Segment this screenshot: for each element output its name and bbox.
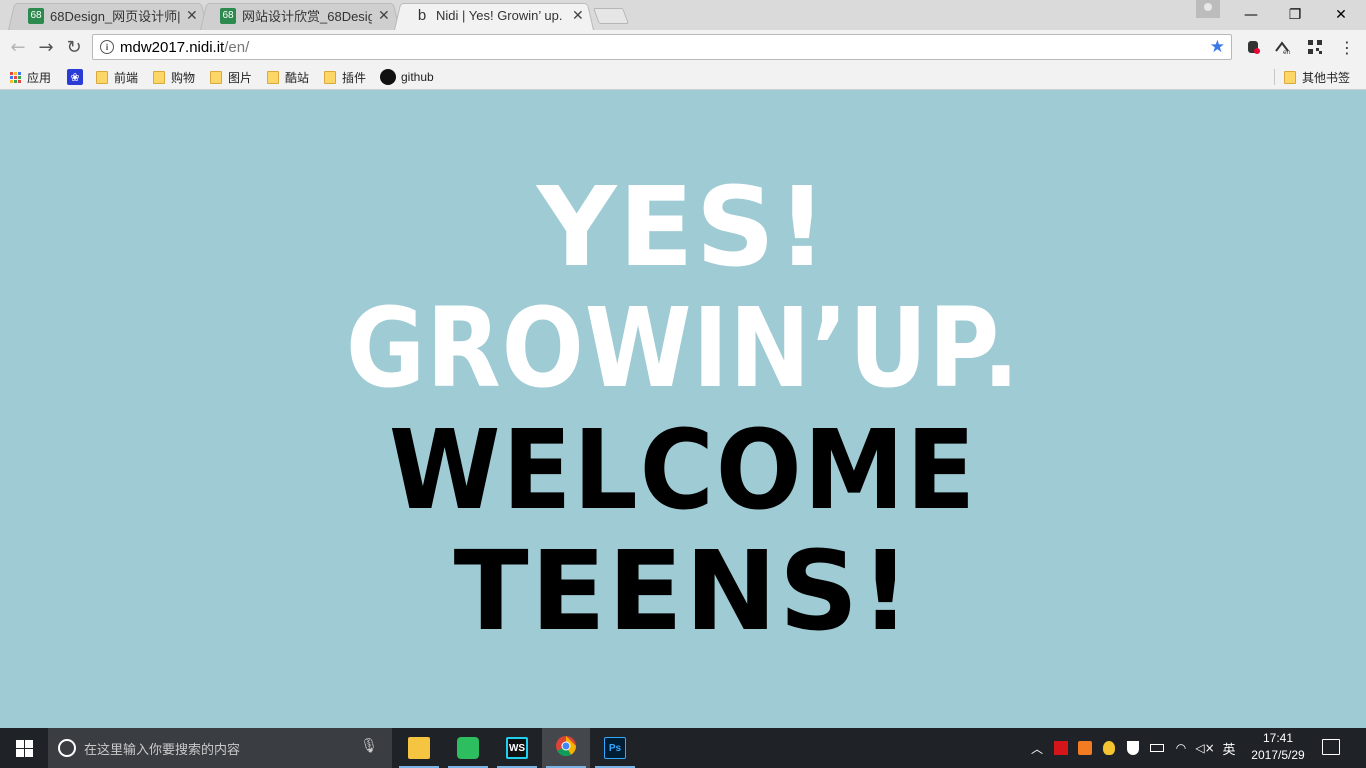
- new-tab-button[interactable]: [593, 8, 629, 24]
- bookmark-folder-images[interactable]: 图片: [210, 68, 252, 86]
- github-icon: [380, 69, 396, 85]
- bookmark-label: 酷站: [285, 70, 310, 85]
- svg-text:en: en: [1283, 49, 1291, 55]
- tab-strip: 68 68Design_网页设计师|U ✕ 68 网站设计欣赏_68Design…: [0, 0, 1366, 30]
- bookmark-github[interactable]: github: [380, 68, 434, 86]
- clock-time: 17:41: [1262, 731, 1294, 745]
- bookmark-label: 购物: [171, 70, 196, 85]
- extension-translate-icon[interactable]: en: [1274, 38, 1292, 56]
- bookmark-folder-frontend[interactable]: 前端: [96, 68, 138, 86]
- search-placeholder: 在这里输入你要搜索的内容: [84, 742, 241, 758]
- folder-icon: [267, 70, 279, 84]
- tray-expand-icon[interactable]: ︿: [1028, 728, 1046, 768]
- photoshop-icon: Ps: [604, 737, 626, 759]
- taskbar-evernote[interactable]: [444, 728, 492, 768]
- taskbar-clock[interactable]: 17:41 2017/5/29: [1240, 730, 1316, 764]
- site-info-icon[interactable]: i: [100, 40, 114, 54]
- webstorm-icon: WS: [506, 737, 528, 759]
- tab-title: 68Design_网页设计师|U: [50, 9, 180, 24]
- windows-logo-icon: [15, 739, 33, 757]
- cortana-icon: [58, 739, 76, 757]
- bookmark-apps[interactable]: 应用: [10, 68, 51, 86]
- url-text[interactable]: mdw2017.nidi.it/en/: [120, 39, 249, 56]
- extension-qrcode-icon[interactable]: [1306, 38, 1324, 56]
- close-tab-icon[interactable]: ✕: [572, 8, 584, 24]
- bookmark-star-icon[interactable]: ★: [1210, 37, 1225, 57]
- extension-vpn-icon[interactable]: [1244, 38, 1262, 56]
- clock-date: 2017/5/29: [1251, 748, 1305, 762]
- start-button[interactable]: [0, 728, 48, 768]
- tray-xampp-icon[interactable]: [1076, 728, 1094, 768]
- bookmarks-bar: 应用 ❀ 前端 购物 图片 酷站 插件 github 其他书签: [0, 64, 1366, 90]
- baidu-paw-icon: ❀: [67, 69, 83, 85]
- minimize-button[interactable]: —: [1228, 0, 1274, 30]
- tray-security-icon[interactable]: [1124, 728, 1142, 768]
- headline-welcome: WELCOME: [388, 406, 978, 534]
- bookmark-folder-plugins[interactable]: 插件: [324, 68, 366, 86]
- folder-icon: [324, 70, 336, 84]
- tab-title: 网站设计欣赏_68Design: [242, 9, 372, 24]
- headline-growin-up: GROWIN’UP.: [345, 284, 1021, 412]
- bookmark-label: 前端: [114, 70, 139, 85]
- microphone-icon[interactable]: 🎙: [360, 738, 378, 754]
- profile-avatar-icon[interactable]: [1196, 0, 1220, 18]
- restore-button[interactable]: ❐: [1272, 0, 1318, 30]
- folder-icon: [210, 70, 222, 84]
- folder-icon: [96, 70, 108, 84]
- back-button[interactable]: ←: [6, 35, 30, 59]
- tray-battery-icon[interactable]: [1148, 728, 1166, 768]
- bookmark-label: 应用: [27, 70, 52, 85]
- apps-grid-icon: [10, 71, 21, 83]
- tray-ime-indicator[interactable]: 英: [1220, 728, 1238, 768]
- browser-toolbar: ← → ↻ i mdw2017.nidi.it/en/ ★ en ⋮: [0, 30, 1366, 64]
- bookmark-label: github: [401, 70, 434, 84]
- 68design-favicon-icon: 68: [220, 7, 236, 24]
- bookmarks-separator: [1274, 69, 1275, 85]
- headline-yes: YES!: [536, 163, 830, 291]
- bookmark-folder-cool-sites[interactable]: 酷站: [267, 68, 309, 86]
- tab-nidi[interactable]: b Nidi | Yes! Growin’ up. ✕: [394, 1, 594, 30]
- tray-qq-icon[interactable]: [1100, 728, 1118, 768]
- bookmark-label: 图片: [228, 70, 253, 85]
- bookmark-baidu[interactable]: ❀: [67, 68, 83, 86]
- evernote-icon: [457, 737, 479, 759]
- tray-adobe-icon[interactable]: [1052, 728, 1070, 768]
- bookmark-label: 插件: [342, 70, 367, 85]
- tab-68design-designer[interactable]: 68 68Design_网页设计师|U ✕: [8, 1, 208, 30]
- taskbar-webstorm[interactable]: WS: [493, 728, 541, 768]
- taskbar-search[interactable]: 在这里输入你要搜索的内容 🎙: [48, 728, 392, 768]
- web-page: YES! GROWIN’UP. WELCOME TEENS!: [0, 90, 1366, 728]
- action-center-icon[interactable]: [1322, 739, 1340, 755]
- taskbar-photoshop[interactable]: Ps: [591, 728, 639, 768]
- chrome-menu-icon[interactable]: ⋮: [1338, 38, 1356, 57]
- address-bar[interactable]: i mdw2017.nidi.it/en/ ★: [92, 34, 1232, 60]
- folder-icon: [1284, 70, 1296, 84]
- bookmark-other[interactable]: 其他书签: [1284, 68, 1350, 86]
- 68design-favicon-icon: 68: [28, 7, 44, 24]
- taskbar-file-explorer[interactable]: [395, 728, 443, 768]
- close-window-button[interactable]: ✕: [1318, 0, 1364, 30]
- close-tab-icon[interactable]: ✕: [378, 8, 390, 24]
- nidi-favicon-icon: b: [417, 7, 427, 24]
- bookmark-label: 其他书签: [1302, 70, 1351, 85]
- folder-icon: [153, 70, 165, 84]
- folder-icon: [408, 737, 430, 759]
- chrome-icon: [555, 735, 577, 761]
- tray-wifi-icon[interactable]: ◠: [1172, 728, 1190, 768]
- reload-button[interactable]: ↻: [62, 35, 86, 59]
- headline-teens: TEENS!: [453, 527, 913, 655]
- tab-68design-showcase[interactable]: 68 网站设计欣赏_68Design ✕: [200, 1, 400, 30]
- close-tab-icon[interactable]: ✕: [186, 8, 198, 24]
- tray-volume-icon[interactable]: ◁×: [1195, 728, 1214, 768]
- bookmark-folder-shopping[interactable]: 购物: [153, 68, 195, 86]
- forward-button[interactable]: →: [34, 35, 58, 59]
- tab-title: Nidi | Yes! Growin’ up.: [436, 8, 563, 23]
- windows-taskbar: 在这里输入你要搜索的内容 🎙 WS Ps ︿ ◠ ◁× 英 17:41 2017…: [0, 728, 1366, 768]
- taskbar-chrome[interactable]: [542, 728, 590, 768]
